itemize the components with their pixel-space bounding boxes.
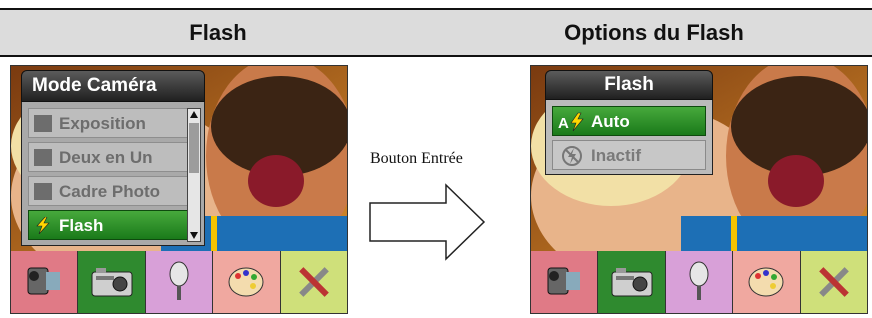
camera-screen-left: Mode Caméra Exposition Deux en Un Cadre … — [10, 65, 348, 314]
camera-icon — [91, 268, 133, 297]
flash-icon — [36, 217, 50, 234]
camera-mode-menu: Mode Caméra Exposition Deux en Un Cadre … — [21, 70, 205, 246]
menu-item-photo-frame[interactable]: Cadre Photo — [28, 176, 190, 206]
tray-video[interactable] — [531, 251, 598, 313]
exposure-icon — [34, 115, 52, 132]
tray-effects[interactable] — [212, 251, 280, 313]
tray-audio[interactable] — [144, 251, 213, 313]
camera-screen-right: Flash A Auto Inactif — [530, 65, 868, 314]
mode-tray — [531, 251, 867, 313]
menu-list: Exposition Deux en Un Cadre Photo Flash — [21, 102, 205, 246]
menu-scrollbar[interactable] — [187, 108, 201, 242]
header-right: Options du Flash — [564, 20, 744, 45]
menu-title: Mode Caméra — [21, 70, 205, 102]
header-bottom-rule — [0, 55, 872, 57]
tray-camera[interactable] — [597, 251, 665, 313]
microphone-icon — [169, 261, 189, 300]
tray-video[interactable] — [11, 251, 78, 313]
tray-settings[interactable] — [279, 251, 347, 313]
submenu-list: A Auto Inactif — [545, 100, 713, 175]
photo-frame-icon — [34, 183, 52, 200]
option-flash-auto[interactable]: A Auto — [552, 106, 706, 136]
submenu-title: Flash — [545, 70, 713, 100]
transition-caption: Bouton Entrée — [370, 150, 463, 167]
video-camera-icon — [547, 267, 581, 295]
menu-item-flash[interactable]: Flash — [28, 210, 190, 240]
tray-audio[interactable] — [664, 251, 733, 313]
flash-off-icon — [562, 146, 582, 166]
flash-options-menu: Flash A Auto Inactif — [545, 70, 713, 175]
svg-text:A: A — [558, 115, 569, 132]
right-arrow-icon — [369, 183, 486, 261]
tools-icon — [298, 267, 329, 297]
two-in-one-icon — [34, 149, 52, 166]
scroll-thumb[interactable] — [189, 123, 199, 173]
tray-effects[interactable] — [732, 251, 800, 313]
scroll-down-icon[interactable] — [190, 232, 198, 239]
video-camera-icon — [27, 267, 61, 295]
camera-icon — [611, 268, 653, 297]
tray-settings[interactable] — [799, 251, 867, 313]
microphone-icon — [689, 261, 709, 300]
menu-item-exposition[interactable]: Exposition — [28, 108, 190, 138]
palette-icon — [228, 267, 264, 297]
flash-auto-icon: A — [558, 112, 584, 132]
option-flash-off[interactable]: Inactif — [552, 140, 706, 170]
palette-icon — [748, 267, 784, 297]
tray-camera[interactable] — [77, 251, 145, 313]
header-left: Flash — [189, 20, 247, 45]
menu-item-two-in-one[interactable]: Deux en Un — [28, 142, 190, 172]
tools-icon — [818, 267, 849, 297]
scroll-up-icon[interactable] — [190, 111, 198, 118]
mode-tray — [11, 251, 347, 313]
